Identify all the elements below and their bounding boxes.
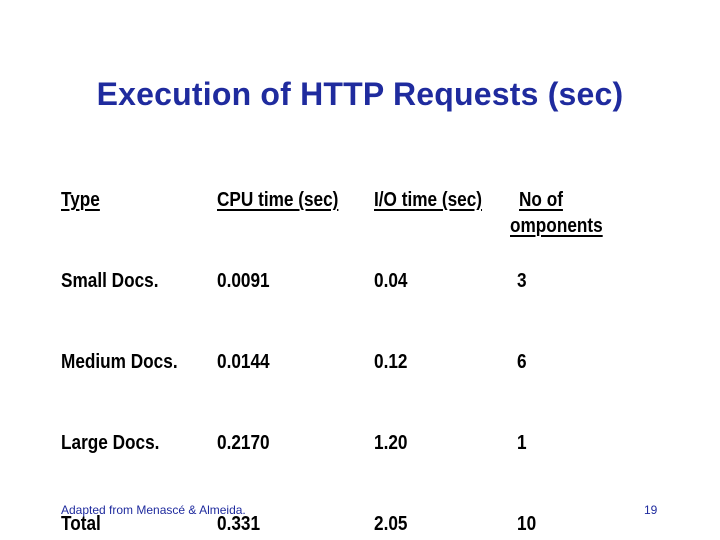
header-type: Type [61,189,100,211]
row-components: 6 [517,351,527,373]
row-cpu-time: 0.0091 [217,270,270,292]
row-type: Large Docs. [61,432,160,454]
row-io-time: 1.20 [374,432,408,454]
row-components: 3 [517,270,527,292]
row-io-time: 0.12 [374,351,408,373]
row-cpu-time: 0.2170 [217,432,270,454]
header-components-line2: omponents [510,215,603,237]
row-components: 10 [517,513,537,535]
row-io-time: 2.05 [374,513,408,535]
slide-title: Execution of HTTP Requests (sec) [96,76,624,112]
row-type: Small Docs. [61,270,159,292]
row-components: 1 [517,432,527,454]
footer-credit: Adapted from Menascé & Almeida. [61,503,246,517]
header-components-line1: No of [519,189,563,211]
row-cpu-time: 0.0144 [217,351,270,373]
row-type: Medium Docs. [61,351,178,373]
page-number: 19 [644,503,658,517]
header-io-time: I/O time (sec) [374,189,483,211]
row-io-time: 0.04 [374,270,408,292]
header-cpu-time: CPU time (sec) [217,189,339,211]
